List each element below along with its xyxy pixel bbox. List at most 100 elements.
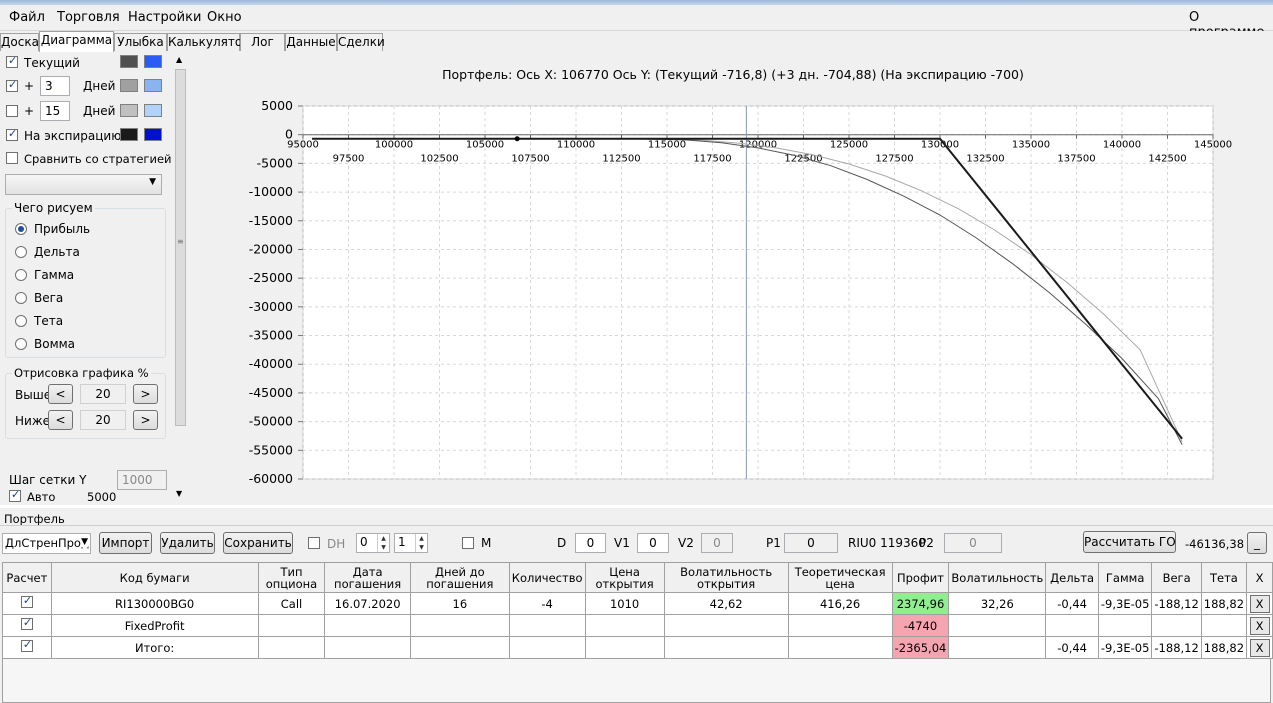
table-cell: 32,26 (948, 592, 1047, 615)
below-decrease-button[interactable]: < (48, 410, 73, 430)
y-tick-label: -40000 (249, 356, 293, 371)
save-button[interactable]: Сохранить (223, 532, 293, 554)
tab-calculator[interactable]: Калькулятор (167, 33, 250, 51)
spin-arrows-icon[interactable]: ▲ ▼ (377, 534, 389, 552)
col-expiry-date[interactable]: Дата погашения (324, 562, 411, 593)
col-open-price[interactable]: Цена открытия (584, 562, 665, 593)
row-remove-button[interactable]: X (1249, 638, 1270, 657)
scroll-down-icon[interactable]: ▼ (176, 489, 182, 498)
row-calc-checkbox[interactable] (20, 616, 33, 630)
row-remove-button[interactable]: X (1249, 616, 1270, 635)
minimize-button[interactable]: _ (1247, 532, 1267, 554)
chart-settings-panel: Текущий + 3 Дней + 15 Дней На экспирацию… (0, 51, 188, 505)
col-theor-price[interactable]: Теоретическая цена (787, 562, 893, 593)
table-row[interactable]: RI130000BG0Call16.07.202016-4101042,6241… (2, 592, 1273, 615)
tab-log[interactable]: Лог (240, 33, 285, 51)
current-color-a[interactable] (120, 55, 138, 68)
col-delta[interactable]: Дельта (1045, 562, 1099, 593)
tab-deals[interactable]: Сделки (337, 33, 385, 51)
days-a-color-a[interactable] (120, 79, 138, 92)
spin-arrows-icon[interactable]: ▲ ▼ (415, 534, 427, 552)
radio-vega[interactable] (15, 292, 27, 304)
expiry-color-b[interactable] (144, 128, 162, 141)
col-vega[interactable]: Вега (1151, 562, 1202, 593)
days-b-checkbox[interactable] (6, 105, 18, 117)
col-open-vol[interactable]: Волатильность открытия (663, 562, 789, 593)
col-gamma[interactable]: Гамма (1097, 562, 1153, 593)
radio-vomma[interactable] (15, 338, 27, 350)
col-option-type[interactable]: Тип опциона (257, 562, 326, 593)
strategy-compare-dropdown[interactable]: ▼ (5, 174, 162, 195)
import-button[interactable]: Импорт (99, 532, 152, 554)
d-input[interactable]: 0 (575, 533, 606, 553)
spin-1[interactable]: 0 ▲ ▼ (356, 533, 390, 553)
compare-checkbox[interactable] (6, 152, 18, 164)
y-tick-label: -55000 (249, 442, 293, 457)
tab-diagram[interactable]: Диаграмма (39, 31, 114, 52)
days-a-checkbox[interactable] (6, 78, 18, 92)
table-cell (584, 614, 665, 637)
dh-checkbox[interactable] (308, 537, 320, 549)
x-tick-label: 122500 (784, 154, 822, 165)
col-calc[interactable]: Расчет (2, 562, 52, 593)
tab-smile[interactable]: Улыбка (114, 33, 167, 51)
strategy-select[interactable]: ДлСтренПрод ▼ (2, 533, 91, 554)
row-calc-checkbox[interactable] (20, 594, 33, 608)
spin-2[interactable]: 1 ▲ ▼ (394, 533, 428, 553)
days-b-color-a[interactable] (120, 104, 138, 117)
calculate-go-button[interactable]: Рассчитать ГО (1083, 531, 1176, 553)
radio-profit[interactable] (15, 223, 27, 235)
row-calc-cell[interactable] (2, 636, 52, 659)
menu-bar: Файл Торговля Настройки Окно О программе (0, 5, 1273, 40)
row-calc-cell[interactable] (2, 592, 52, 615)
days-a-color-b[interactable] (144, 79, 162, 92)
below-label: Ниже (15, 414, 51, 428)
above-increase-button[interactable]: > (133, 384, 158, 404)
tab-board[interactable]: Доска (0, 33, 39, 51)
col-x[interactable]: X (1246, 562, 1273, 593)
left-panel-scrollbar[interactable]: ▲ ≡ ▼ (173, 51, 188, 505)
row-calc-cell[interactable] (2, 614, 52, 637)
col-profit[interactable]: Профит (891, 562, 950, 593)
col-days-left[interactable]: Дней до погашения (409, 562, 510, 593)
current-color-b[interactable] (144, 55, 162, 68)
col-theta[interactable]: Тета (1200, 562, 1248, 593)
expiry-checkbox[interactable] (6, 127, 18, 141)
table-row[interactable]: FixedProfit -4740 X (2, 614, 1273, 637)
radio-gamma[interactable] (15, 269, 27, 281)
radio-theta[interactable] (15, 315, 27, 327)
menu-file[interactable]: Файл (9, 10, 45, 25)
current-checkbox[interactable] (6, 54, 18, 68)
tab-data[interactable]: Данные (285, 33, 337, 51)
table-cell (948, 614, 1047, 637)
days-a-input[interactable]: 3 (40, 76, 70, 96)
row-remove-button[interactable]: X (1249, 594, 1270, 613)
days-label: Дней (83, 104, 116, 118)
col-code[interactable]: Код бумаги (50, 562, 259, 593)
table-cell: RI130000BG0 (50, 592, 259, 615)
v1-input[interactable]: 0 (637, 533, 669, 553)
table-cell: 1010 (584, 592, 665, 615)
menu-window[interactable]: Окно (207, 10, 242, 25)
plus-label: + (24, 104, 35, 118)
menu-settings[interactable]: Настройки (128, 10, 201, 25)
radio-delta[interactable] (15, 246, 27, 258)
divider (0, 525, 1273, 526)
auto-checkbox[interactable] (9, 488, 21, 502)
scroll-up-icon[interactable]: ▲ (176, 55, 182, 64)
days-b-color-b[interactable] (144, 104, 162, 117)
above-decrease-button[interactable]: < (48, 384, 73, 404)
col-volatility[interactable]: Волатильность (948, 562, 1047, 593)
col-quantity[interactable]: Количество (508, 562, 586, 593)
table-row[interactable]: Итого: -2365,04 -0,44-9,3E-05-188,12188,82… (2, 636, 1273, 659)
days-b-input[interactable]: 15 (40, 101, 70, 121)
radio-vomma-label: Вомма (34, 337, 76, 351)
scroll-thumb[interactable]: ≡ (175, 69, 186, 426)
x-tick-label: 130000 (921, 140, 959, 151)
m-checkbox[interactable] (462, 537, 474, 549)
expiry-color-a[interactable] (120, 128, 138, 141)
row-calc-checkbox[interactable] (20, 638, 33, 652)
menu-trade[interactable]: Торговля (57, 10, 120, 25)
below-increase-button[interactable]: > (133, 410, 158, 430)
delete-button[interactable]: Удалить (160, 532, 215, 554)
